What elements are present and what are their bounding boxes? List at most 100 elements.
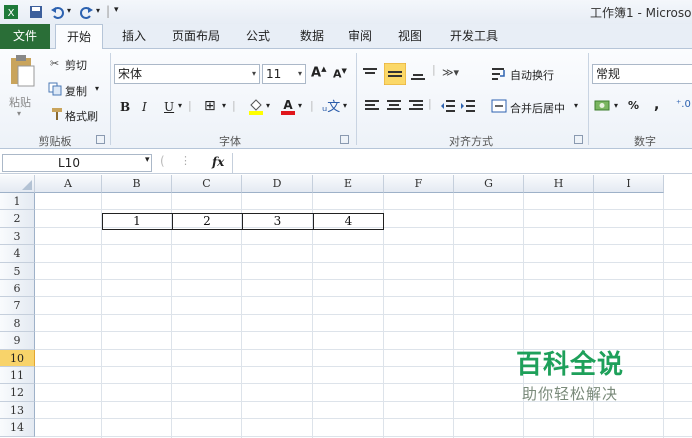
underline-button[interactable]: U [164,100,174,114]
row-header-5[interactable]: 5 [0,262,35,280]
increase-decimal-icon[interactable]: ⁺.0 [676,99,691,110]
tab-review[interactable]: 审阅 [338,24,382,49]
row-header-2[interactable]: 2 [0,210,35,228]
cell-c2[interactable]: 2 [172,214,242,228]
format-painter-button[interactable]: 格式刷 [65,108,98,124]
column-header-c[interactable]: C [172,175,242,193]
alignment-launcher-icon[interactable] [574,135,583,144]
alignment-group-label: 对齐方式 [449,135,493,148]
row-header-4[interactable]: 4 [0,245,35,263]
tab-page-layout[interactable]: 页面布局 [166,24,226,49]
font-size-combo[interactable]: 11 ▾ [262,64,306,84]
row-header-14[interactable]: 14 [0,419,35,437]
italic-button[interactable]: I [142,100,147,114]
fill-color-dropdown-icon[interactable]: ▾ [266,101,270,110]
row-header-9[interactable]: 9 [0,332,35,350]
cell-e2[interactable]: 4 [313,214,384,228]
phonetic-dropdown-icon[interactable]: ▾ [343,101,347,110]
column-header-h[interactable]: H [524,175,594,193]
cell-b2[interactable]: 1 [102,214,172,228]
currency-icon[interactable] [594,98,612,114]
fill-color-icon[interactable] [248,97,264,115]
align-right-icon[interactable] [408,98,424,114]
row-header-13[interactable]: 13 [0,401,35,420]
column-header-e[interactable]: E [313,175,384,193]
formula-input[interactable] [232,153,692,173]
currency-dropdown-icon[interactable]: ▾ [614,101,618,110]
tab-data[interactable]: 数据 [290,24,334,49]
bold-button[interactable]: B [120,100,130,114]
column-header-f[interactable]: F [384,175,454,193]
font-size-dropdown-icon[interactable]: ▾ [298,65,302,83]
tab-view[interactable]: 视图 [388,24,432,49]
copy-dropdown-icon[interactable]: ▾ [95,84,99,93]
copy-icon [48,82,62,96]
row-header-1[interactable]: 1 [0,193,35,211]
name-box-dropdown-icon[interactable]: ▾ [145,155,150,165]
borders-dropdown-icon[interactable]: ▾ [222,101,226,110]
save-icon[interactable] [28,4,44,20]
tab-formulas[interactable]: 公式 [236,24,280,49]
redo-icon[interactable] [78,4,94,20]
paste-dropdown-icon[interactable]: ▾ [17,109,21,118]
tab-developer[interactable]: 开发工具 [444,24,504,49]
align-left-icon[interactable] [364,98,380,114]
paste-icon[interactable] [8,54,36,88]
merge-dropdown-icon[interactable]: ▾ [574,101,578,110]
row-header-7[interactable]: 7 [0,297,35,315]
decrease-font-icon[interactable]: A▼ [333,67,347,81]
orientation-icon[interactable]: ≫▾ [442,66,459,79]
cut-button[interactable]: 剪切 [65,57,87,73]
row-header-8[interactable]: 8 [0,314,35,333]
align-middle-icon[interactable] [384,63,406,85]
font-color-dropdown-icon[interactable]: ▾ [298,101,302,110]
customize-qat-icon[interactable]: ▾ [114,5,119,15]
align-center-icon[interactable] [386,98,402,114]
select-all-corner[interactable] [0,175,35,193]
wrap-text-button[interactable]: 自动换行 [510,67,554,83]
column-gridline [453,193,454,438]
column-header-b[interactable]: B [102,175,172,193]
column-header-i[interactable]: I [594,175,664,193]
number-format-combo[interactable]: 常规 [592,64,692,84]
align-top-icon[interactable] [362,66,378,82]
tab-home[interactable]: 开始 [55,24,103,50]
row-header-6[interactable]: 6 [0,280,35,298]
cell-d2[interactable]: 3 [242,214,313,228]
increase-font-icon[interactable]: A▲ [311,65,326,80]
phonetic-guide-icon[interactable]: ᵤ文 [322,96,340,115]
row-header-11[interactable]: 11 [0,367,35,385]
decrease-indent-icon[interactable] [440,98,456,114]
undo-dropdown-icon[interactable]: ▾ [67,6,71,15]
column-header-a[interactable]: A [35,175,102,193]
tab-insert[interactable]: 插入 [112,24,156,49]
font-launcher-icon[interactable] [340,135,349,144]
increase-indent-icon[interactable] [460,98,476,114]
paste-button[interactable]: 粘贴 [9,94,31,110]
font-color-icon[interactable]: A [280,97,296,115]
name-box[interactable]: L10 [2,154,152,172]
font-name-dropdown-icon[interactable]: ▾ [252,65,256,83]
row-header-3[interactable]: 3 [0,227,35,246]
clipboard-launcher-icon[interactable] [96,135,105,144]
insert-function-button[interactable]: fx [212,155,224,169]
number-group-label: 数字 [634,135,656,148]
column-header-g[interactable]: G [454,175,524,193]
redo-dropdown-icon[interactable]: ▾ [96,6,100,15]
font-name-combo[interactable]: 宋体 ▾ [114,64,260,84]
clipboard-group-label: 剪贴板 [38,135,72,148]
borders-icon[interactable]: ⊞ [204,98,216,114]
row-header-12[interactable]: 12 [0,384,35,402]
qat-separator: | [106,4,111,18]
undo-icon[interactable] [50,4,66,20]
tab-file[interactable]: 文件 [0,24,50,49]
column-header-d[interactable]: D [242,175,313,193]
row-header-10[interactable]: 10 [0,349,35,367]
percent-button[interactable]: % [628,99,639,112]
align-bottom-icon[interactable] [410,66,426,82]
comma-button[interactable]: , [654,97,659,113]
wrap-text-icon [492,68,505,80]
underline-dropdown-icon[interactable]: ▾ [178,101,182,110]
merge-center-button[interactable]: 合并后居中 [510,100,565,116]
copy-button[interactable]: 复制 [65,83,87,99]
